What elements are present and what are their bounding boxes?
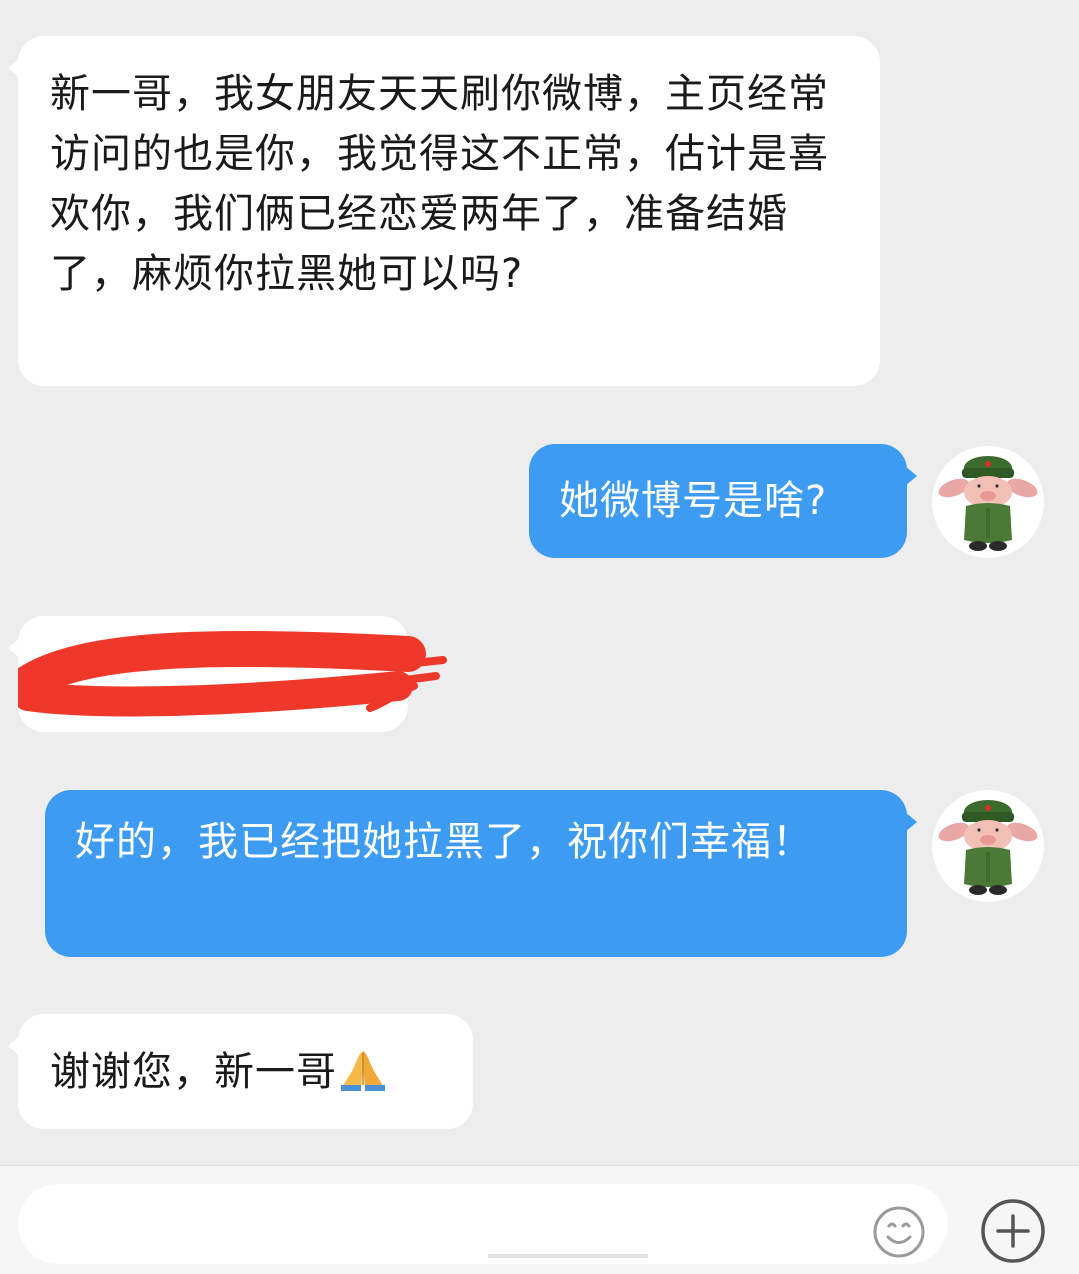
watermark (488, 1254, 648, 1258)
message-bubble-redacted[interactable] (8, 616, 447, 732)
message-text: 谢谢您，新一哥 (50, 1049, 337, 1095)
message-text: 新一哥，我女朋友天天刷你微博，主页经常访问的也是你，我觉得这不正常，估计是喜欢你… (50, 71, 829, 297)
message-text: 她微博号是啥? (559, 478, 828, 524)
emoji-icon[interactable] (872, 1205, 926, 1259)
self-avatar[interactable] (932, 790, 1044, 902)
message-input-container[interactable] (18, 1184, 948, 1264)
self-avatar[interactable] (932, 446, 1044, 558)
message-bubble-incoming[interactable]: 谢谢您，新一哥 (8, 1014, 473, 1129)
chat-area: 新一哥，我女朋友天天刷你微博，主页经常访问的也是你，我觉得这不正常，估计是喜欢你… (0, 0, 1079, 1165)
message-bubble-outgoing[interactable]: 她微博号是啥? (529, 444, 917, 558)
folded-hands-icon (341, 1051, 385, 1091)
message-bubble-outgoing[interactable]: 好的，我已经把她拉黑了，祝你们幸福！ (45, 790, 917, 957)
message-text: 好的，我已经把她拉黑了，祝你们幸福！ (75, 819, 813, 865)
message-bubble-incoming[interactable]: 新一哥，我女朋友天天刷你微博，主页经常访问的也是你，我觉得这不正常，估计是喜欢你… (8, 36, 880, 386)
message-input[interactable] (18, 1184, 862, 1264)
pig-soldier-avatar-icon (938, 456, 1038, 551)
plus-icon[interactable] (980, 1198, 1046, 1264)
redaction-scribble (18, 630, 447, 717)
pig-soldier-avatar-icon (938, 800, 1038, 895)
